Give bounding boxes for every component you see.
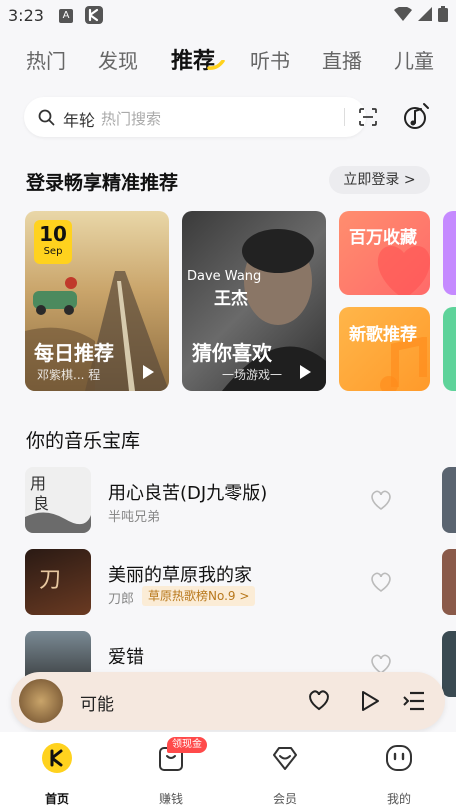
mini-player[interactable]: 可能	[11, 672, 445, 730]
guess-you-like-sub: 一场游戏一	[222, 368, 283, 382]
song-row[interactable]: 刀 美丽的草原我的家 刀郎 草原热歌榜No.9 >	[0, 549, 456, 619]
app-notification-icon	[85, 6, 103, 24]
search-bar[interactable]: 年轮 热门搜索	[24, 97, 377, 137]
active-tab-indicator	[207, 60, 225, 70]
daily-recommend-sub: 邓紫棋... 程	[37, 368, 101, 382]
login-button[interactable]: 立即登录 >	[329, 166, 430, 194]
new-songs-label: 新歌推荐	[349, 325, 417, 345]
heart-icon[interactable]	[369, 489, 393, 511]
nav-earn-label: 赚钱	[158, 792, 183, 806]
playlist-icon[interactable]	[403, 691, 425, 711]
player-cover[interactable]	[19, 679, 63, 723]
music-recognition-icon[interactable]	[402, 101, 432, 133]
search-icon	[38, 109, 55, 126]
heart-icon	[378, 246, 430, 295]
daily-recommend-card[interactable]: 10 Sep 每日推荐 邓紫棋... 程	[25, 211, 169, 391]
profile-face-icon	[386, 745, 412, 771]
diamond-icon	[273, 747, 297, 770]
tab-hot[interactable]: 热门	[26, 45, 66, 74]
song-artist: 刀郎	[108, 592, 135, 607]
new-songs-card[interactable]: 新歌推荐	[339, 307, 430, 391]
play-icon[interactable]	[360, 690, 380, 712]
play-icon[interactable]	[298, 364, 312, 380]
signal-icon	[418, 7, 432, 21]
next-column-peek	[442, 549, 456, 615]
search-placeholder: 热门搜索	[101, 110, 162, 128]
battery-icon	[438, 6, 448, 22]
nav-mine-label: 我的	[386, 792, 411, 806]
svg-text:刀: 刀	[39, 568, 61, 593]
player-song-title: 可能	[80, 695, 114, 715]
nav-home-label: 首页	[44, 792, 69, 806]
favorite-heart-icon[interactable]	[307, 689, 331, 711]
song-title: 爱错	[108, 647, 144, 668]
next-column-peek	[442, 467, 456, 533]
heart-icon[interactable]	[369, 571, 393, 593]
status-bar: 3:23 A	[0, 0, 456, 32]
tab-audiobooks[interactable]: 听书	[250, 45, 290, 74]
tab-live[interactable]: 直播	[322, 45, 362, 74]
date-badge: 10 Sep	[34, 220, 72, 264]
login-recommend-title: 登录畅享精准推荐	[26, 172, 179, 194]
play-icon[interactable]	[141, 364, 155, 380]
guess-you-like-label: 猜你喜欢	[192, 341, 272, 365]
home-logo-icon	[42, 743, 72, 773]
million-favorites-label: 百万收藏	[349, 228, 417, 248]
search-divider	[344, 108, 345, 126]
bottom-navigation: 首页 赚钱 会员 我的	[0, 732, 456, 810]
guess-cover-name: 王杰	[214, 289, 248, 309]
next-card-peek[interactable]	[443, 307, 456, 391]
earn-badge: 领现金	[167, 737, 207, 753]
library-title: 你的音乐宝库	[26, 430, 141, 452]
tab-kids[interactable]: 儿童	[394, 45, 434, 74]
date-month: Sep	[43, 246, 63, 257]
notification-a-icon: A	[59, 9, 73, 23]
music-note-icon	[380, 337, 427, 391]
search-keyword: 年轮	[63, 111, 96, 130]
wifi-icon	[394, 7, 412, 21]
song-cover: 用良	[25, 467, 91, 533]
tab-recommend[interactable]: 推荐	[171, 43, 215, 75]
category-tabs: 热门 发现 推荐 听书 直播 儿童	[0, 40, 456, 80]
song-title: 美丽的草原我的家	[108, 565, 252, 586]
next-card-peek[interactable]	[443, 211, 456, 295]
svg-text:用: 用	[30, 474, 46, 493]
guess-cover-text: Dave Wang	[187, 269, 262, 284]
daily-recommend-label: 每日推荐	[34, 341, 114, 365]
song-row[interactable]: 用良 用心良苦(DJ九零版) 半吨兄弟	[0, 467, 456, 537]
scan-icon[interactable]	[358, 107, 378, 127]
song-cover: 刀	[25, 549, 91, 615]
song-artist: 半吨兄弟	[108, 510, 161, 525]
million-favorites-card[interactable]: 百万收藏	[339, 211, 430, 295]
guess-you-like-card[interactable]: Dave Wang 王杰 猜你喜欢 一场游戏一	[182, 211, 326, 391]
song-title: 用心良苦(DJ九零版)	[108, 483, 268, 504]
svg-text:良: 良	[33, 494, 49, 513]
tab-discover[interactable]: 发现	[98, 45, 138, 74]
next-column-peek	[442, 631, 456, 697]
status-time: 3:23	[8, 6, 44, 25]
date-day: 10	[39, 222, 67, 246]
chart-tag[interactable]: 草原热歌榜No.9 >	[142, 586, 256, 606]
nav-vip-label: 会员	[272, 792, 297, 806]
